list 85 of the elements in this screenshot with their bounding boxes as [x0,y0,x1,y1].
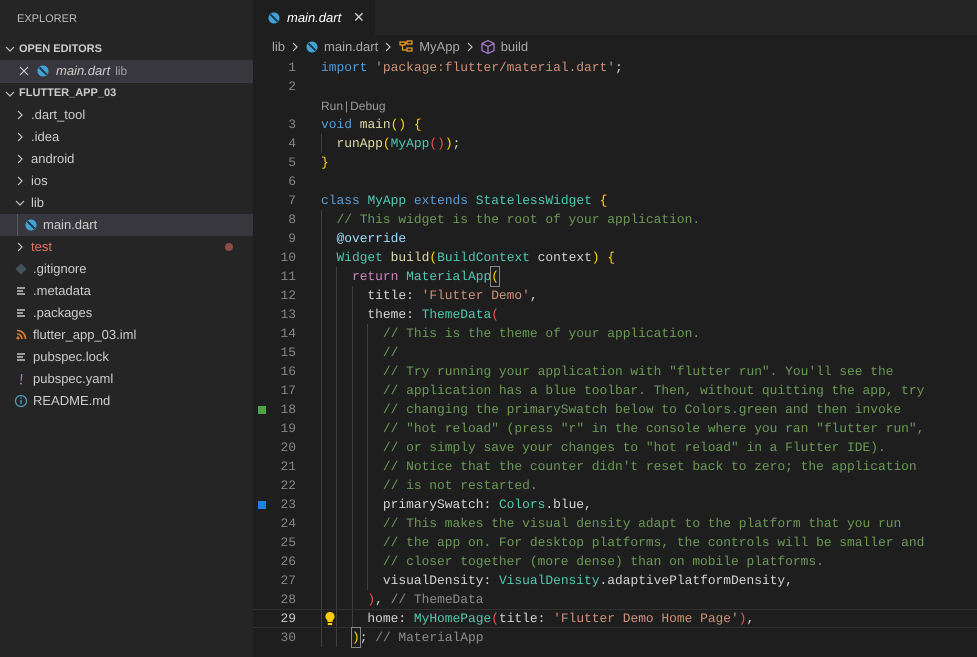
line-number: 22 [280,476,296,495]
file-item[interactable]: main.dart [0,214,253,236]
code-line: Widget build(BuildContext context) { [321,248,977,267]
sidebar-title: EXPLORER [17,12,77,27]
code-line: ), // ThemeData [321,590,977,609]
codelens-link[interactable]: Debug [350,96,386,114]
project-header[interactable]: FLUTTER_APP_03 [0,82,253,104]
code-line: runApp(MyApp()); [321,134,977,153]
folder-item[interactable]: test [0,236,253,258]
file-item[interactable]: pubspec.yaml [0,368,253,390]
code-line: return MaterialApp( [321,267,977,286]
open-editor-item[interactable]: main.dart lib [0,60,253,82]
breadcrumb-item[interactable]: main.dart [305,36,378,56]
line-number: 14 [280,324,296,343]
code-line: import 'package:flutter/material.dart'; [321,58,624,77]
breadcrumb-item[interactable]: MyApp [398,36,460,56]
line-number: 12 [280,286,296,305]
codelens-link[interactable]: Run [321,96,344,114]
code-line: // the app on. For desktop platforms, the controls will be smaller and [321,533,977,552]
code-line: // Try running your application with "flutter run". You'll see the [321,362,977,381]
code-line: // application has a blue toolbar. Then, without quitting the app, try [321,381,977,400]
line-number: 19 [280,420,296,438]
code-line: // This widget is the root of your application. [321,210,977,229]
code-line: ); // MaterialApp [321,628,977,647]
code-line: void main() { [321,116,423,134]
line-number: 7 [287,192,296,210]
line-number: 5 [287,154,296,172]
line-number: 17 [280,382,296,400]
line-number: 21 [280,458,296,476]
line-number: 1 [287,58,296,77]
code-line: title: 'Flutter Demo', [321,286,977,305]
code-line: visualDensity: VisualDensity.adaptivePlatformDensity, [321,571,977,590]
line-number: 28 [280,590,296,609]
line-number: 23 [280,496,296,514]
line-number: 18 [280,400,296,419]
code-line: } [321,154,330,172]
line-number: 3 [287,116,296,134]
line-number: 20 [280,438,296,457]
folder-item[interactable]: .dart_tool [0,104,253,126]
line-number: 4 [287,134,296,153]
code-line: // is not restarted. [321,476,977,495]
line-number: 15 [280,344,296,362]
code-line: // "hot reload" (press "r" in the console where you ran "flutter run", [321,419,977,438]
code-line: // closer together (more dense) than on mobile platforms. [321,552,977,571]
folder-item[interactable]: lib [0,192,253,214]
line-number: 11 [280,268,296,286]
close-tab-button[interactable]: ✕ [353,7,366,28]
code-line: class MyApp extends StatelessWidget { [321,192,608,210]
code-line: // or simply save your changes to "hot reload" in a Flutter IDE). [321,438,977,457]
line-number: 8 [287,210,296,229]
file-item[interactable]: .packages [0,302,253,324]
code-line: primarySwatch: Colors.blue, [321,495,977,514]
editor-tab[interactable]: main.dart ✕ [253,0,376,35]
line-number: 16 [280,362,296,381]
line-number: 2 [287,78,296,96]
folder-item[interactable]: android [0,148,253,170]
line-number: 10 [280,248,296,267]
code-line: // changing the primarySwatch below to Colors.green and then invoke [321,400,977,419]
file-item[interactable]: flutter_app_03.iml [0,324,253,346]
line-number: 6 [287,172,296,191]
line-number: 24 [280,514,296,533]
file-item[interactable]: README.md [0,390,253,412]
code-line: // [321,343,977,362]
line-number: 26 [280,552,296,571]
code-line: // Notice that the counter didn't reset back to zero; the application [321,457,977,476]
code-line: theme: ThemeData( [321,305,977,324]
folder-item[interactable]: .idea [0,126,253,148]
code-line: // This is the theme of your application. [321,324,977,343]
line-number: 13 [280,306,296,324]
line-number: 27 [280,572,296,590]
line-number: 30 [280,628,296,647]
line-number: 29 [280,610,296,628]
folder-item[interactable]: ios [0,170,253,192]
code-line: // This makes the visual density adapt to the platform that you run [321,514,977,533]
breadcrumb-item[interactable]: lib [272,36,286,56]
file-item[interactable]: .metadata [0,280,253,302]
code-line: home: MyHomePage(title: 'Flutter Demo Home Page'), [321,610,977,627]
code-line: @override [321,229,977,248]
open-editors-header[interactable]: OPEN EDITORS [0,38,253,60]
line-number: 25 [280,534,296,552]
breadcrumb-item[interactable]: build [480,36,528,56]
file-item[interactable]: pubspec.lock [0,346,253,368]
line-number: 9 [287,230,296,248]
codelens-separator: | [345,98,348,114]
file-item[interactable]: .gitignore [0,258,253,280]
